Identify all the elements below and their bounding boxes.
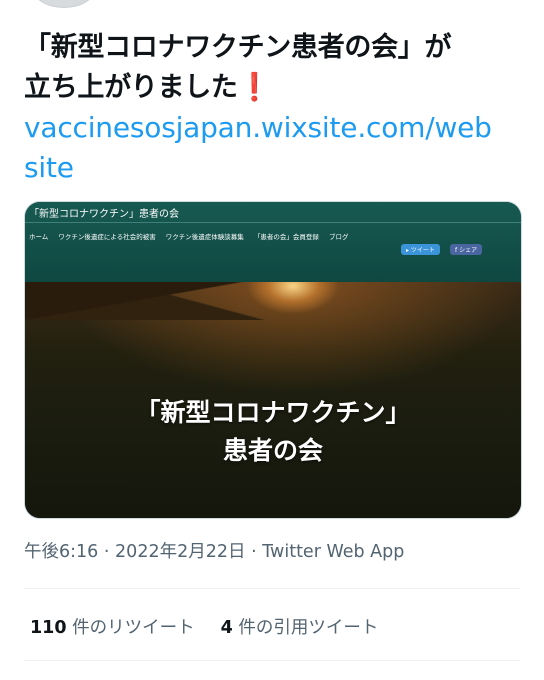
meta-separator: ·: [251, 542, 257, 562]
site-nav-item: ワクチン後遺症体験談募集: [165, 233, 244, 241]
site-tweet-button: ▸ ツイート: [401, 244, 440, 255]
site-divider: [25, 222, 521, 223]
hero-title-line-2: 患者の会: [222, 436, 323, 465]
retweets-count: 110: [30, 618, 67, 638]
site-share-button: f シェア: [450, 244, 483, 255]
tweet-stats: 110 件のリツイート 4 件の引用ツイート: [30, 614, 378, 639]
site-nav-item: ワクチン後遺症による社会的被害: [58, 233, 156, 241]
site-share-label: シェア: [459, 247, 478, 254]
tweet-line-2: 立ち上がりました❗: [24, 68, 524, 108]
site-nav-item: ホーム: [29, 233, 49, 241]
tweet-source[interactable]: Twitter Web App: [262, 542, 404, 562]
site-header: 「新型コロナワクチン」患者の会 ホーム ワクチン後遺症による社会的被害 ワクチン…: [25, 202, 521, 282]
tweet-text: 「新型コロナワクチン患者の会」が 立ち上がりました❗ vaccinesosjap…: [24, 28, 524, 188]
quotes-stat[interactable]: 4 件の引用ツイート: [221, 618, 379, 638]
divider: [24, 588, 520, 589]
avatar[interactable]: [33, 0, 95, 8]
link-preview-card[interactable]: 「新型コロナワクチン」患者の会 ホーム ワクチン後遺症による社会的被害 ワクチン…: [24, 201, 522, 519]
retweets-stat[interactable]: 110 件のリツイート: [30, 618, 195, 638]
retweets-label: 件のリツイート: [72, 618, 195, 638]
tweet-meta: 午後6:16 · 2022年2月22日 · Twitter Web App: [24, 538, 404, 563]
hero-title: 「新型コロナワクチン」 患者の会: [25, 394, 521, 470]
tweet-date[interactable]: 2022年2月22日: [115, 542, 245, 562]
meta-separator: ·: [103, 542, 110, 562]
hero-title-line-1: 「新型コロナワクチン」: [135, 398, 411, 427]
tweet-link-line-2: site: [24, 151, 74, 184]
tweet-link-line-1: vaccinesosjapan.wixsite.com/web: [24, 111, 492, 144]
site-title: 「新型コロナワクチン」患者の会: [29, 209, 179, 220]
mountain-ridge: [25, 282, 521, 320]
divider: [24, 660, 520, 661]
exclamation-icon: ❗: [237, 72, 272, 103]
quotes-count: 4: [220, 618, 233, 638]
tweet-link[interactable]: vaccinesosjapan.wixsite.com/web site: [24, 108, 524, 188]
share-buttons: ▸ ツイート f シェア: [401, 237, 487, 256]
tweet-line-2-text: 立ち上がりました: [24, 72, 238, 103]
quotes-label: 件の引用ツイート: [238, 618, 379, 638]
site-nav-item: ブログ: [328, 233, 349, 241]
site-nav-item: 「患者の会」会員登録: [253, 233, 319, 241]
site-tweet-label: ツイート: [410, 247, 435, 254]
site-nav: ホーム ワクチン後遺症による社会的被害 ワクチン後遺症体験談募集 「患者の会」会…: [29, 231, 356, 241]
tweet-time[interactable]: 午後6:16: [24, 542, 98, 562]
tweet-line-1: 「新型コロナワクチン患者の会」が: [24, 32, 452, 63]
hero-image: 「新型コロナワクチン」 患者の会: [25, 282, 521, 518]
